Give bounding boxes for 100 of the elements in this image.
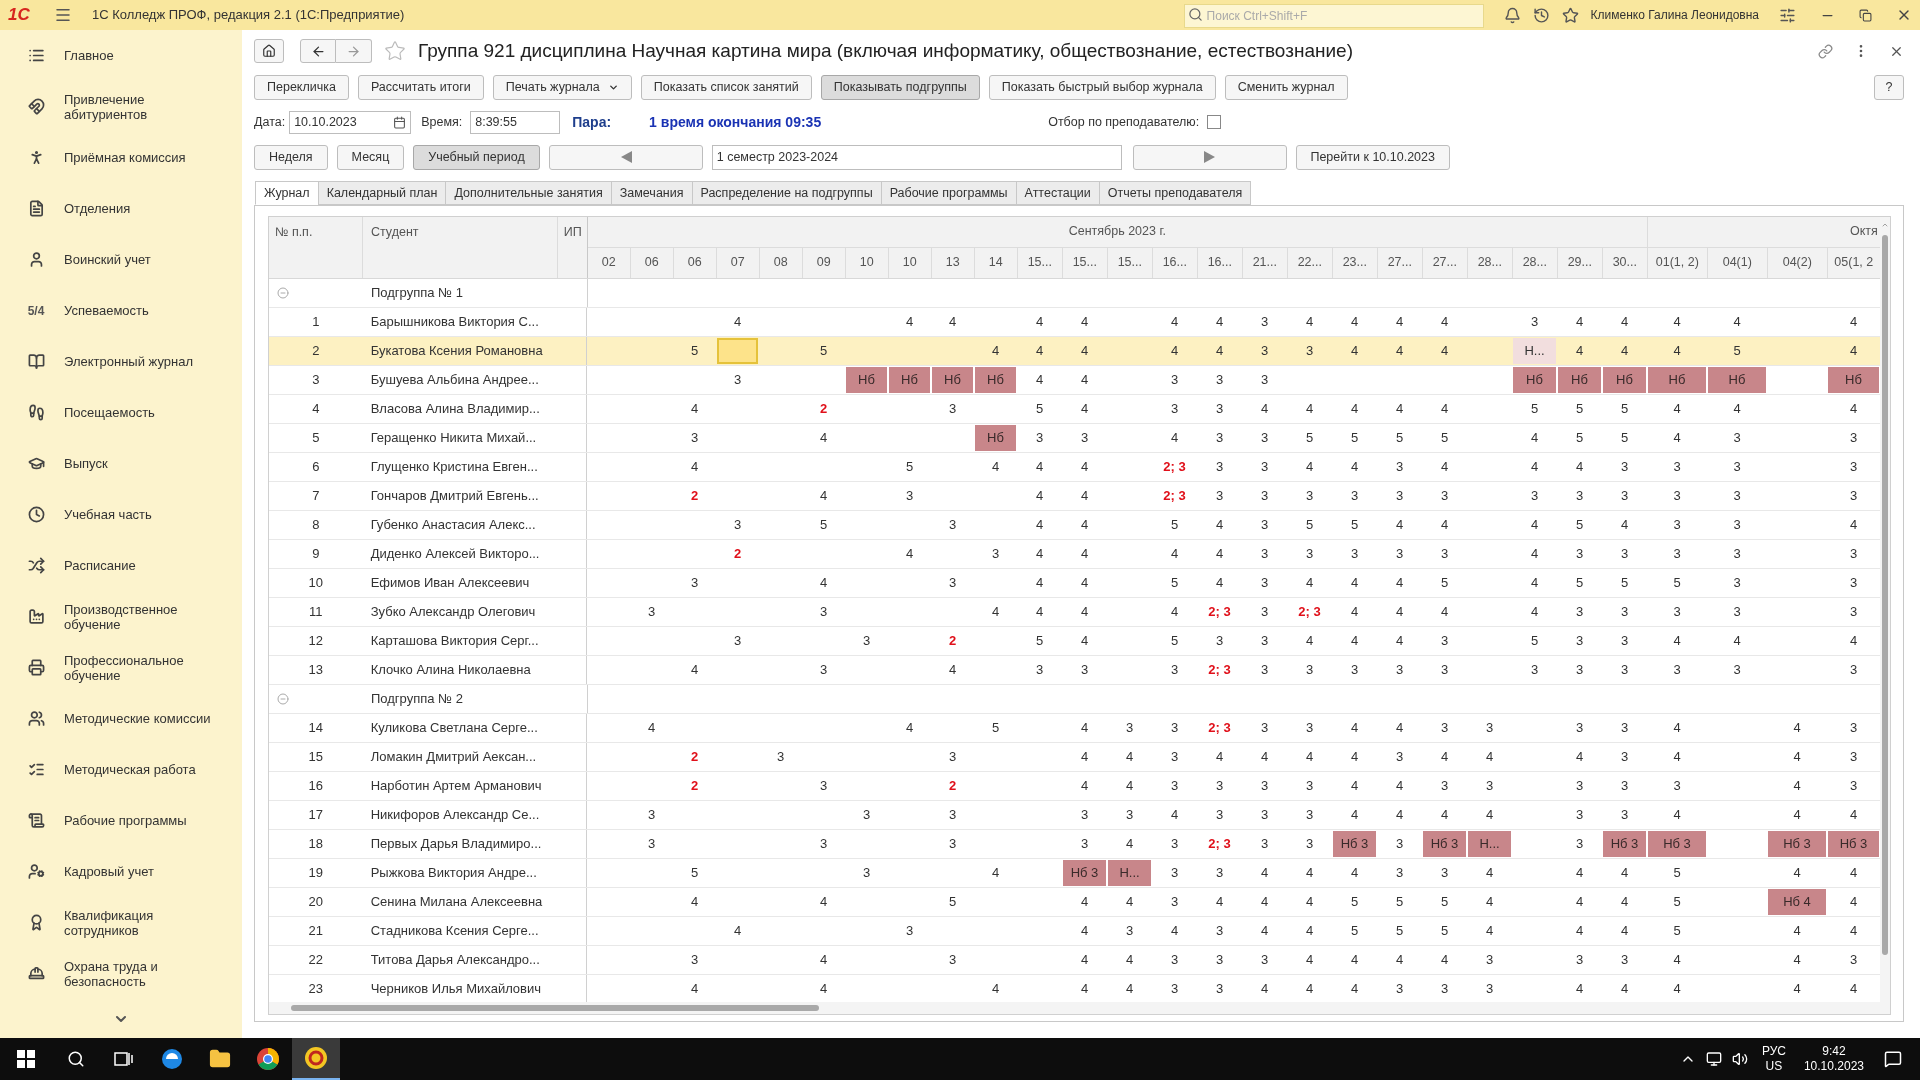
sidebar-item[interactable]: Выпуск [0,438,242,489]
date-header[interactable]: 07 [716,247,760,278]
sidebar-item[interactable]: Посещаемость [0,387,242,438]
table-row[interactable]: 4 Власова Алина Владимир... 4 2 3 5 4 3 3 4 4 4 4 4 5 5 5 4 4 4 [269,395,1880,424]
table-row[interactable]: Подгруппа № 1 [269,279,1880,308]
time-field[interactable]: 8:39:55 [470,110,561,134]
star-icon[interactable] [384,40,406,62]
sidebar-item[interactable]: Электронный журнал [0,336,242,387]
sidebar-item[interactable]: Квалификация сотрудников [0,897,242,948]
sidebar-item[interactable]: Методические комиссии [0,693,242,744]
star-icon[interactable] [1561,6,1579,24]
sidebar-item[interactable]: Главное [0,30,242,81]
date-header[interactable]: 06 [630,247,674,278]
calendar-icon[interactable] [393,115,407,129]
date-header[interactable]: 21... [1242,247,1288,278]
date-header[interactable]: 15... [1107,247,1153,278]
tab[interactable]: Аттестации [1015,181,1100,205]
date-header[interactable]: 29... [1557,247,1603,278]
date-header[interactable]: 04(1) [1707,247,1768,278]
date-header[interactable]: 28... [1467,247,1513,278]
toolbar-button[interactable]: Перекличка [254,74,349,100]
date-header[interactable]: 01(1, 2) [1647,247,1708,278]
sidebar-item[interactable]: Методическая работа [0,744,242,795]
tab[interactable]: Рабочие программы [880,181,1017,205]
date-header[interactable]: 02 [587,247,631,278]
table-row[interactable]: 7 Гончаров Дмитрий Евгень... 2 4 3 4 4 2; 3 3 3 3 3 3 3 3 3 3 3 3 3 [269,482,1880,511]
date-header[interactable]: 28... [1512,247,1558,278]
notifications-icon[interactable] [1884,1050,1902,1068]
table-row[interactable]: 3 Бушуева Альбина Андрее... 3 Нб Нб Нб Нб 4 4 3 3 3 Нб Нб Нб Нб Нб Нб [269,366,1880,395]
sidebar-item[interactable]: Приёмная комиссия [0,132,242,183]
browser-icon[interactable] [160,1047,184,1071]
horizontal-scrollbar[interactable] [269,1002,1880,1014]
table-row[interactable]: 12 Карташова Виктория Серг... 3 3 2 5 4 5 3 3 4 4 4 3 5 3 3 4 4 4 [269,627,1880,656]
windows-icon[interactable] [17,1050,35,1068]
sidebar-item[interactable]: Учебная часть [0,489,242,540]
toolbar-button[interactable]: Сменить журнал [1224,74,1348,100]
table-row[interactable]: 2 Букатова Ксения Романовна 5 5 4 4 4 4 4 3 3 4 4 4 Н... 4 4 4 5 4 [269,337,1880,366]
table-row[interactable]: 15 Ломакин Дмитрий Аексан... 2 3 3 4 4 3 4 4 4 4 3 4 4 4 3 4 4 3 [269,743,1880,772]
period-button[interactable]: Неделя [254,144,328,170]
toolbar-button[interactable]: Показать список занятий [640,74,812,100]
search-icon[interactable] [67,1050,85,1068]
task-view-icon[interactable] [114,1050,134,1068]
date-header[interactable]: 27... [1422,247,1468,278]
history-icon[interactable] [1532,6,1550,24]
sidebar-item[interactable]: Рабочие программы [0,795,242,846]
sidebar-item[interactable]: Расписание [0,540,242,591]
table-row[interactable]: Подгруппа № 2 [269,685,1880,714]
current-cell[interactable] [717,338,758,364]
table-row[interactable]: 11 Зубко Александр Олегович 3 3 4 4 4 4 2; 3 3 2; 3 4 4 4 4 3 3 3 3 3 [269,598,1880,627]
table-row[interactable]: 1 Барышникова Виктория С... 4 4 4 4 4 4 4 3 4 4 4 4 3 4 4 4 4 4 [269,308,1880,337]
date-header[interactable]: 15... [1017,247,1063,278]
tab[interactable]: Отчеты преподавателя [1098,181,1252,205]
table-row[interactable]: 21 Стадникова Ксения Серге... 4 3 4 3 4 3 4 4 5 5 5 4 4 4 5 4 4 [269,917,1880,946]
table-row[interactable]: 9 Диденко Алексей Викторо... 2 4 3 4 4 4 4 3 3 3 3 3 4 3 3 3 3 3 [269,540,1880,569]
sidebar-item[interactable]: Привлечение абитуриентов [0,81,242,132]
table-row[interactable]: 5 Геращенко Никита Михай... 3 4 Нб 3 3 4 3 3 5 5 5 5 4 5 5 4 3 3 [269,424,1880,453]
tab[interactable]: Календарный план [317,181,447,205]
column-header[interactable]: ИП [557,217,588,278]
date-header[interactable]: 04(2) [1767,247,1828,278]
tab[interactable]: Дополнительные занятия [445,181,612,205]
toolbar-button[interactable]: Показывать подгруппы [820,74,980,100]
date-header[interactable]: 27... [1377,247,1423,278]
period-button[interactable]: Учебный период [413,144,540,170]
column-header[interactable]: Студент [362,217,558,278]
date-header[interactable]: 16... [1197,247,1243,278]
date-header[interactable]: 30... [1602,247,1648,278]
home-button[interactable] [254,39,284,63]
date-header[interactable]: 10 [845,247,889,278]
language-indicator[interactable]: РУС US [1761,1044,1786,1074]
date-header[interactable]: 13 [931,247,975,278]
toolbar-button[interactable]: Показать быстрый выбор журнала [988,74,1216,100]
toolbar-button[interactable]: Рассчитать итоги [357,74,484,100]
tab[interactable]: Распределение на подгруппы [691,181,882,205]
sidebar-item[interactable]: Отделения [0,183,242,234]
date-header[interactable]: 06 [673,247,717,278]
column-header[interactable]: № п.п. [269,217,363,278]
scrollbar-thumb[interactable] [291,1005,819,1011]
help-button[interactable]: ? [1874,74,1904,100]
table-row[interactable]: 14 Куликова Светлана Серге... 4 4 5 4 3 3 2; 3 3 3 4 4 3 3 3 3 4 4 3 [269,714,1880,743]
sidebar-item[interactable]: Профессиональное обучение [0,642,242,693]
table-row[interactable]: 13 Клочко Алина Николаевна 4 3 4 3 3 3 2; 3 3 3 3 3 3 3 3 3 3 3 3 [269,656,1880,685]
date-header[interactable]: 16... [1152,247,1198,278]
sidebar-item[interactable]: Кадровый учет [0,846,242,897]
sidebar-item[interactable]: Охрана труда и безопасность [0,948,242,999]
date-field[interactable]: 10.10.2023 [289,110,412,134]
table-row[interactable]: 22 Титова Дарья Александро... 3 4 3 4 4 3 3 3 4 4 4 4 3 3 3 4 4 3 [269,946,1880,975]
network-icon[interactable] [1705,1051,1722,1067]
period-button[interactable]: Месяц [336,144,405,170]
table-row[interactable]: 18 Первых Дарья Владимиро... 3 3 3 3 4 3 2; 3 3 3 Нб 3 3 Нб 3 Н... 3 Нб 3 Нб 3 Нб 3 Нб 3 [269,830,1880,859]
table-row[interactable]: 8 Губенко Анастасия Алекс... 3 5 3 4 4 5 4 3 5 5 4 4 4 5 4 3 3 4 [269,511,1880,540]
link-icon[interactable] [1818,43,1833,59]
sidebar-item[interactable]: Производственное обучение [0,591,242,642]
folder-icon[interactable] [209,1048,231,1070]
user-name[interactable]: Клименко Галина Леонидовна [1590,6,1759,24]
date-header[interactable]: 10 [888,247,932,278]
sidebar-item[interactable]: 5/4 Успеваемость [0,285,242,336]
volume-icon[interactable] [1731,1051,1748,1067]
date-header[interactable]: 09 [802,247,846,278]
back-button[interactable] [300,39,336,63]
table-row[interactable]: 17 Никифоров Александр Се... 3 3 3 3 3 4 3 3 3 4 4 4 4 3 3 4 4 4 [269,801,1880,830]
